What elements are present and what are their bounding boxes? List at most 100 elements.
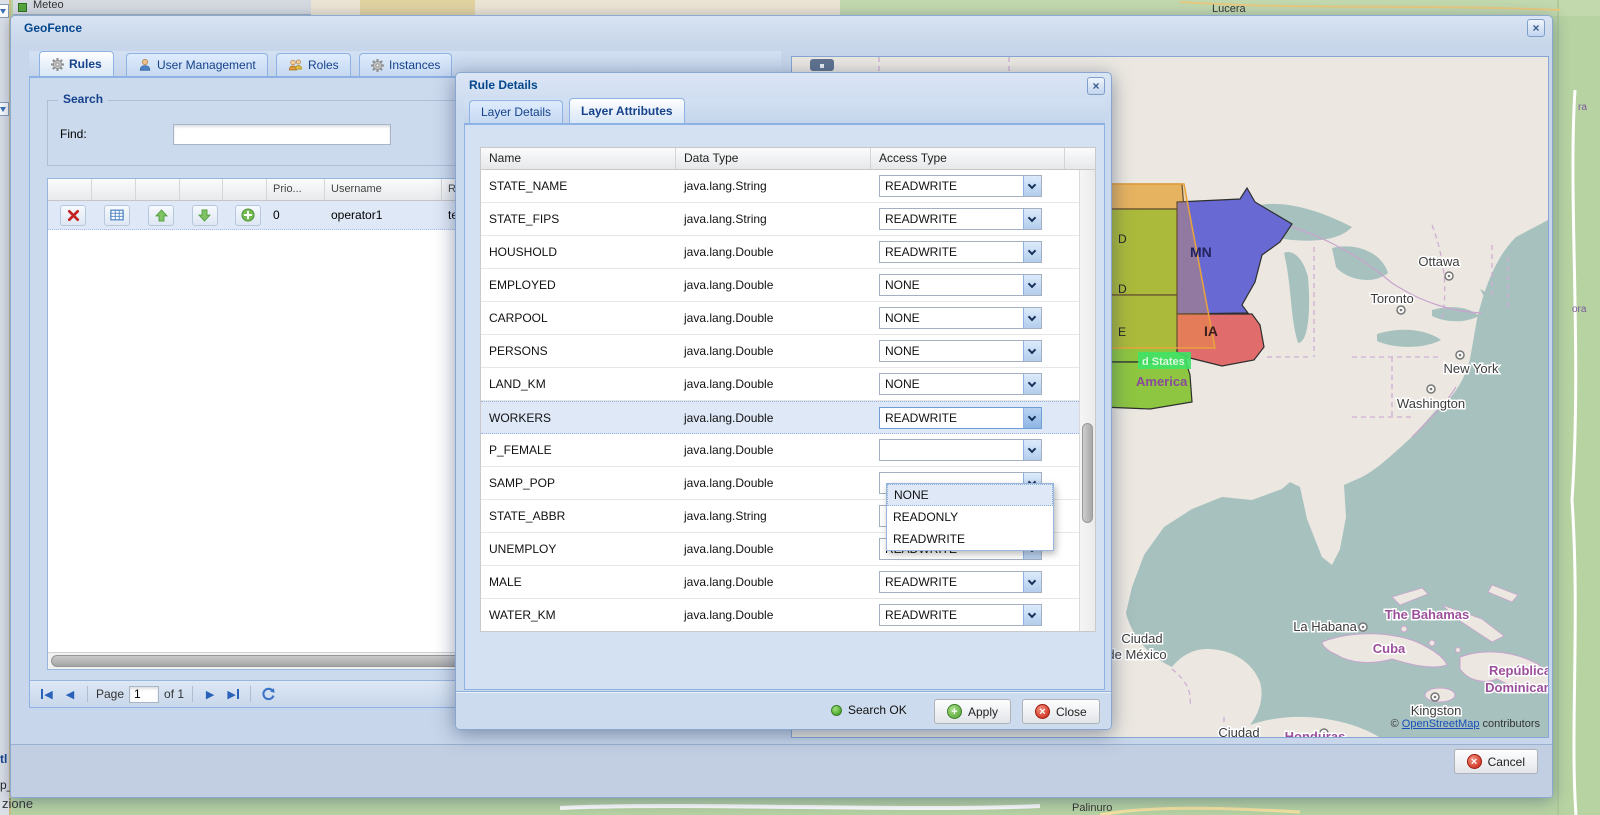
gear-icon <box>371 58 384 72</box>
access-combo[interactable]: READWRITE <box>879 604 1042 626</box>
page-number-input[interactable] <box>129 685 160 703</box>
tab-roles[interactable]: Roles <box>276 53 351 76</box>
access-combo[interactable]: NONE <box>879 373 1042 395</box>
find-input[interactable] <box>173 124 391 145</box>
tab-layer-attributes[interactable]: Layer Attributes <box>569 98 685 123</box>
chevron-down-icon[interactable] <box>1023 408 1041 428</box>
col-username[interactable]: Username <box>325 179 442 200</box>
cancel-button[interactable]: × Cancel <box>1453 749 1538 774</box>
tab-layer-details[interactable]: Layer Details <box>469 100 564 123</box>
table-row[interactable]: STATE_FIPS java.lang.String READWRITE <box>481 203 1081 236</box>
access-combo[interactable]: NONE <box>879 340 1042 362</box>
access-combo[interactable]: NONE <box>879 307 1042 329</box>
col-name[interactable]: Name <box>481 148 676 169</box>
bg-fragment-ra: ra <box>1578 102 1587 113</box>
close-button[interactable]: × Close <box>1022 699 1100 724</box>
toronto-label: Toronto <box>1370 291 1413 306</box>
col-action-3[interactable] <box>136 179 180 200</box>
table-row[interactable]: PERSONS java.lang.Double NONE <box>481 335 1081 368</box>
chevron-down-icon[interactable] <box>1023 341 1041 361</box>
us-selected-label: d States <box>1142 356 1185 368</box>
jamaica-island <box>1424 687 1456 703</box>
dropdown-option-none[interactable]: NONE <box>887 484 1053 506</box>
status-label: Search OK <box>848 703 907 717</box>
mexico-label-1: Ciudad <box>1121 631 1162 646</box>
table-icon <box>110 209 124 221</box>
col-priority[interactable]: Prio... <box>267 179 325 200</box>
refresh-button[interactable] <box>259 685 277 703</box>
move-up-button[interactable] <box>148 204 174 226</box>
vertical-scrollbar[interactable] <box>1079 170 1095 631</box>
dropdown-option-readonly[interactable]: READONLY <box>887 506 1053 528</box>
tab-rules[interactable]: Rules <box>39 51 114 76</box>
chevron-down-icon[interactable] <box>1023 275 1041 295</box>
close-icon[interactable]: × <box>1527 19 1545 37</box>
table-row[interactable]: MALE java.lang.Double READWRITE <box>481 566 1081 599</box>
col-action-2[interactable] <box>92 179 136 200</box>
republica-label: República <box>1489 663 1549 678</box>
tab-label: Layer Details <box>481 105 552 119</box>
map-zoom-control[interactable] <box>810 59 834 71</box>
first-page-button[interactable]: ◀ <box>38 685 56 703</box>
mexico-label-2: de México <box>1107 647 1166 662</box>
access-combo[interactable]: NONE <box>879 274 1042 296</box>
close-label: Close <box>1056 704 1087 719</box>
openstreetmap-link[interactable]: OpenStreetMap <box>1402 718 1480 730</box>
col-action-5[interactable] <box>223 179 267 200</box>
table-row[interactable]: HOUSHOLD java.lang.Double READWRITE <box>481 236 1081 269</box>
arrow-up-icon <box>154 208 168 221</box>
rule-details-dialog: Rule Details × Layer Details Layer Attri… <box>455 72 1112 730</box>
search-legend: Search <box>58 92 109 106</box>
america-label: America <box>1136 374 1188 389</box>
copyright-symbol: © <box>1390 718 1399 730</box>
chevron-down-icon[interactable] <box>1023 605 1041 625</box>
chevron-down-icon[interactable] <box>1023 242 1041 262</box>
access-combo[interactable]: READWRITE <box>879 571 1042 593</box>
table-row[interactable]: WATER_KM java.lang.Double READWRITE <box>481 599 1081 631</box>
last-page-button[interactable]: ▶ <box>224 685 242 703</box>
rule-details-button[interactable] <box>104 204 130 226</box>
access-combo-open[interactable]: READWRITE <box>879 407 1042 429</box>
tab-instances[interactable]: Instances <box>359 53 453 76</box>
table-row[interactable]: CARPOOL java.lang.Double NONE <box>481 302 1081 335</box>
col-access-type[interactable]: Access Type <box>871 148 1065 169</box>
bg-lucera-label: Lucera <box>1212 3 1247 15</box>
delete-rule-button[interactable] <box>60 204 86 226</box>
meteo-window-title: Meteo <box>33 0 64 11</box>
access-combo[interactable]: READWRITE <box>879 208 1042 230</box>
chevron-down-icon[interactable] <box>1023 209 1041 229</box>
col-data-type[interactable]: Data Type <box>676 148 871 169</box>
chevron-down-icon[interactable] <box>1023 440 1041 460</box>
tree-expander-icon[interactable] <box>0 4 9 18</box>
access-combo[interactable] <box>879 439 1042 461</box>
col-action-4[interactable] <box>180 179 223 200</box>
rule-details-footer: Search OK + Apply × Close <box>456 691 1111 729</box>
access-combo[interactable]: READWRITE <box>879 241 1042 263</box>
chevron-down-icon[interactable] <box>1023 572 1041 592</box>
access-combo[interactable]: READWRITE <box>879 175 1042 197</box>
tab-user-management[interactable]: User Management <box>126 53 268 76</box>
page-of-label: of 1 <box>164 687 185 701</box>
add-rule-button[interactable] <box>235 204 261 226</box>
prev-page-button[interactable]: ◀ <box>61 685 79 703</box>
table-row[interactable]: P_FEMALE java.lang.Double <box>481 434 1081 467</box>
move-down-button[interactable] <box>191 204 218 226</box>
tree-expander-icon[interactable] <box>0 102 9 116</box>
close-icon[interactable]: × <box>1087 77 1105 95</box>
chevron-down-icon[interactable] <box>1023 176 1041 196</box>
table-row-selected[interactable]: WORKERS java.lang.Double READWRITE <box>481 401 1081 434</box>
scrollbar-thumb[interactable] <box>1082 423 1093 523</box>
next-page-button[interactable]: ▶ <box>201 685 219 703</box>
chevron-down-icon[interactable] <box>1023 308 1041 328</box>
col-action-1[interactable] <box>48 179 92 200</box>
table-row[interactable]: EMPLOYED java.lang.Double NONE <box>481 269 1081 302</box>
table-row[interactable]: STATE_NAME java.lang.String READWRITE <box>481 170 1081 203</box>
chevron-down-icon[interactable] <box>1023 374 1041 394</box>
svg-text:D: D <box>1118 282 1127 296</box>
rule-details-tabbar: Layer Details Layer Attributes <box>464 98 1105 124</box>
toolbar-separator <box>192 686 194 702</box>
table-row[interactable]: LAND_KM java.lang.Double NONE <box>481 368 1081 401</box>
dropdown-option-readwrite[interactable]: READWRITE <box>887 528 1053 550</box>
apply-button[interactable]: + Apply <box>934 699 1012 724</box>
tab-label: Instances <box>389 58 441 72</box>
